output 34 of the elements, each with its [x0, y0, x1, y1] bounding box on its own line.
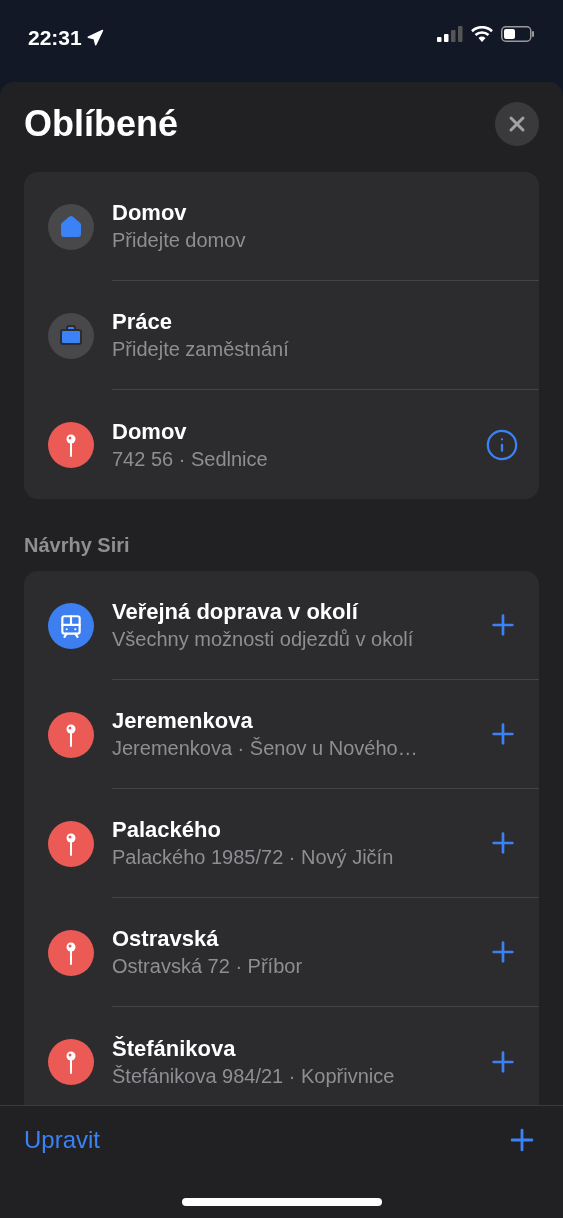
place-subtitle: Palackého 1985/72 · Nový Jičín — [112, 845, 395, 870]
place-title: Domov — [112, 199, 188, 227]
place-subtitle: Štefánikova 984/21 · Kopřivnice — [112, 1063, 396, 1089]
place-title: Jeremenkova — [112, 707, 254, 735]
place-subtitle: 742 56 · Sedlnice — [112, 446, 269, 472]
place-title: Ostravská — [112, 925, 220, 953]
section-header: Návrhy Siri — [24, 533, 131, 557]
signal-icon — [437, 26, 463, 42]
info-icon[interactable] — [485, 427, 519, 462]
place-title: Veřejná doprava v okolí — [112, 598, 360, 626]
pin-icon — [48, 1038, 94, 1085]
place-title: Práce — [112, 308, 173, 336]
place-subtitle: Ostravská 72 · Příbor — [112, 954, 304, 979]
place-title: Štefánikova — [112, 1034, 237, 1063]
place-title: Palackého — [112, 816, 222, 844]
close-button[interactable] — [495, 102, 539, 146]
place-subtitle: Jeremenkova · Šenov u Nového… — [112, 736, 419, 761]
edit-button[interactable]: Upravit — [24, 1122, 101, 1158]
place-subtitle: Přidejte domov — [112, 228, 247, 253]
place-subtitle: Všechny možnosti odjezdů v okolí — [112, 627, 415, 652]
status-time: 22:31 — [28, 25, 82, 51]
home-icon — [48, 203, 94, 250]
place-subtitle: Přidejte zaměstnání — [112, 337, 290, 362]
pin-icon — [48, 929, 94, 976]
sheet-title: Oblíbené — [24, 102, 179, 146]
pin-icon — [48, 711, 94, 758]
pin-icon — [48, 421, 94, 468]
briefcase-icon — [48, 312, 94, 359]
wifi-icon — [471, 26, 493, 42]
location-arrow-icon — [85, 28, 104, 47]
battery-icon — [501, 26, 535, 42]
tram-icon — [48, 602, 94, 649]
pin-icon — [48, 820, 94, 867]
place-title: Domov — [112, 417, 188, 446]
